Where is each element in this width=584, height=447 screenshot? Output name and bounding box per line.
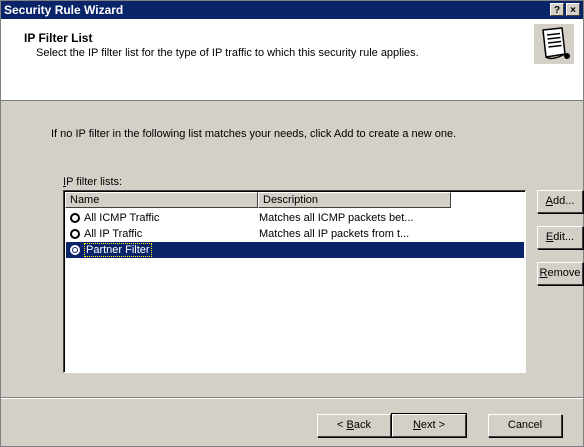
document-scroll-icon — [534, 24, 574, 64]
edit-label: dit... — [553, 231, 575, 243]
add-hotkey: A — [545, 195, 553, 207]
list-header: Name Description — [65, 192, 524, 208]
intro-text: If no IP filter in the following list ma… — [51, 128, 457, 140]
add-button[interactable]: Add... — [537, 190, 583, 213]
radio-all-ip-traffic[interactable] — [70, 229, 80, 239]
close-button[interactable]: × — [566, 3, 580, 16]
add-label: dd... — [552, 195, 575, 207]
ip-filter-listview[interactable]: Name Description All ICMP Traffic Matche… — [63, 190, 526, 373]
row-name: All IP Traffic — [84, 228, 143, 240]
header-subtitle: Select the IP filter list for the type o… — [36, 47, 419, 59]
remove-button[interactable]: Remove — [537, 262, 583, 285]
next-label: ext > — [420, 419, 446, 431]
list-label-text: P filter lists: — [66, 176, 123, 188]
edit-button[interactable]: Edit... — [537, 226, 583, 249]
back-label: ack — [353, 419, 371, 431]
next-hotkey: N — [412, 419, 421, 431]
list-row-all-icmp-traffic[interactable]: All ICMP Traffic Matches all ICMP packet… — [66, 210, 524, 226]
ip-filter-lists-label: IP filter lists: — [63, 176, 122, 188]
list-row-partner-filter[interactable]: Partner Filter — [66, 242, 524, 258]
wizard-header: IP Filter List Select the IP filter list… — [1, 19, 583, 101]
window-title: Security Rule Wizard — [4, 3, 124, 17]
list-row-all-ip-traffic[interactable]: All IP Traffic Matches all IP packets fr… — [66, 226, 524, 242]
back-hotkey: B — [346, 419, 354, 431]
row-name: All ICMP Traffic — [84, 212, 160, 224]
remove-label: emove — [547, 267, 581, 279]
title-bar[interactable]: Security Rule Wizard ? × — [1, 1, 583, 19]
back-prefix: < — [337, 419, 347, 431]
help-button[interactable]: ? — [550, 3, 564, 16]
column-header-description[interactable]: Description — [258, 192, 451, 208]
row-name-text: Partner Filter — [84, 243, 152, 257]
row-description: Matches all IP packets from t... — [259, 228, 410, 240]
header-title: IP Filter List — [24, 31, 93, 45]
back-button[interactable]: < Back — [317, 414, 391, 437]
row-description: Matches all ICMP packets bet... — [259, 212, 414, 224]
wizard-window: Security Rule Wizard ? × IP Filter List … — [0, 0, 584, 447]
footer-divider — [1, 397, 583, 399]
radio-all-icmp-traffic[interactable] — [70, 213, 80, 223]
cancel-button[interactable]: Cancel — [488, 414, 562, 437]
radio-partner-filter[interactable] — [70, 245, 80, 255]
row-name: Partner Filter — [84, 242, 152, 258]
next-button[interactable]: Next > — [391, 413, 467, 438]
column-header-name[interactable]: Name — [65, 192, 258, 208]
